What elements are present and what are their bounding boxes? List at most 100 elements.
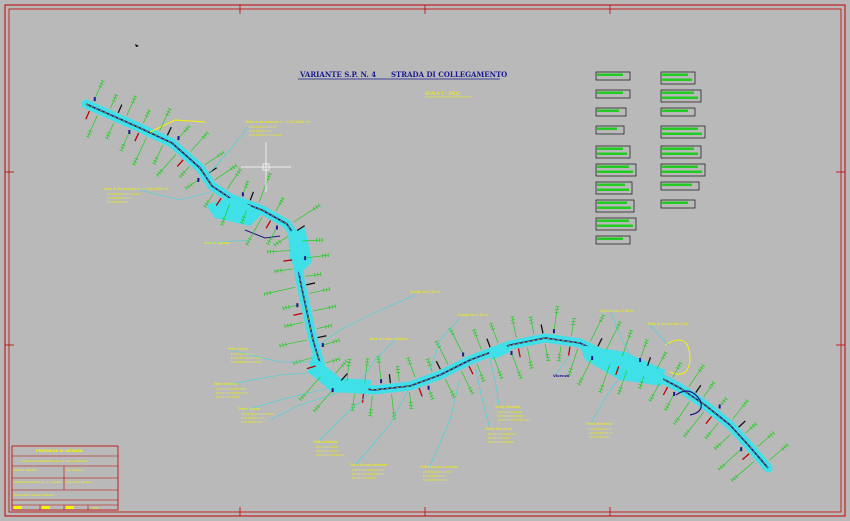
station-tick: [741, 453, 750, 461]
cross-section-tick: [277, 268, 279, 273]
cross-section-line: [769, 444, 788, 461]
legend-line: [662, 127, 698, 130]
label-tratto-galleria: Tratto Galleria: [212, 382, 237, 386]
cross-section-tick: [273, 243, 276, 247]
label-tratto-ripristino: Tratto Ripristino: [484, 427, 512, 431]
cross-section-tick: [284, 324, 286, 329]
cross-section-line: [305, 273, 321, 277]
station-tick: [85, 110, 91, 120]
cross-section-tick: [315, 205, 319, 210]
legend-line: [597, 224, 633, 227]
cross-section-tick: [698, 369, 702, 372]
cross-section-tick: [314, 272, 316, 278]
legend-line: [597, 73, 623, 76]
label-tratto-viadotto: Tratto Viadotto: [312, 440, 338, 444]
cross-section-line: [397, 366, 400, 382]
cross-section-line: [326, 358, 340, 364]
cross-section-line: [258, 173, 271, 203]
cross-section-tick: [699, 366, 704, 370]
cross-section-line: [409, 392, 412, 409]
station-marker: [740, 447, 743, 452]
cross-section-tick: [324, 253, 326, 258]
station-marker: [275, 225, 278, 230]
cross-section-line: [672, 362, 681, 378]
cross-section-tick: [571, 317, 576, 320]
legend-line: [597, 201, 627, 204]
station-marker: [639, 358, 642, 363]
cross-section-tick: [708, 386, 712, 389]
drawing-frame-outer: [4, 4, 846, 517]
station-marker: [462, 352, 465, 357]
station-tick: [306, 282, 316, 286]
label-tratto-ponte: Tratto Ponte: [227, 347, 248, 351]
label-city: Vicenza: [553, 373, 570, 378]
station-tick: [134, 132, 140, 142]
cross-section-tick: [219, 152, 223, 157]
cross-section-tick: [545, 353, 550, 356]
cross-section-line: [157, 154, 177, 176]
label-sublines: [107, 126, 613, 481]
station-marker: [427, 385, 430, 390]
station-tick: [540, 324, 544, 334]
tb-comune: Comune di Bassano: [66, 480, 92, 484]
cross-section-line: [590, 315, 604, 342]
cross-section-tick: [528, 364, 533, 366]
cross-section-tick: [278, 239, 282, 244]
cross-section-tick: [282, 343, 284, 348]
cross-section-tick: [321, 253, 323, 258]
cross-section-line: [745, 423, 756, 434]
cross-section-tick: [285, 305, 287, 310]
title-left: VARIANTE S.P. N. 4: [299, 70, 376, 79]
drawing-canvas[interactable]: VARIANTE S.P. N. 4 STRADA DI COLLEGAMENT…: [0, 0, 850, 521]
legend-line: [597, 165, 629, 168]
cross-section-tick: [322, 288, 325, 293]
drawing-frame-inner: [8, 8, 842, 513]
label-asse-bypass: Asse di bypass: [204, 241, 229, 245]
station-marker: [673, 391, 676, 396]
cross-section-line: [274, 236, 289, 246]
scale-label: SCALA 1 : 2000: [425, 91, 460, 97]
cross-section-line: [214, 165, 237, 180]
legend-line: [597, 170, 633, 173]
cross-section-tick: [312, 206, 316, 211]
cross-section-tick: [334, 304, 337, 309]
station-tick: [388, 374, 392, 384]
station-labels: [93, 97, 743, 452]
cross-section-line: [606, 322, 621, 350]
station-tick: [249, 191, 255, 201]
legend-line: [597, 183, 625, 186]
label-tratto-argine: Tratto Argine: [237, 407, 260, 411]
cad-drawing-sheet: VARIANTE S.P. N. 4 STRADA DI COLLEGAMENT…: [0, 0, 850, 521]
legend-line: [597, 219, 629, 222]
cross-section-line: [334, 360, 347, 374]
station-marker: [93, 97, 96, 102]
cross-section-line: [180, 166, 190, 177]
cross-section-line: [732, 400, 748, 420]
cross-section-tick: [331, 304, 334, 309]
cross-section-tick: [287, 323, 289, 328]
legend-line: [662, 147, 694, 150]
legend-line: [597, 188, 629, 191]
cross-section-line: [461, 370, 473, 394]
frame-tick-marks: [5, 5, 845, 516]
legend-line: [597, 152, 627, 155]
legend-line: [662, 170, 702, 173]
cross-section-tick: [269, 290, 272, 295]
cross-section-line: [391, 394, 395, 420]
label-rete-scarico: Rete di scarico km 3,10: [648, 322, 688, 326]
station-tick: [695, 384, 702, 394]
label-tratto-nuovo: Tratto Nuovo tracciato: [419, 465, 458, 469]
cross-section-tick: [327, 324, 330, 329]
station-marker: [128, 130, 131, 135]
legend-line: [597, 127, 617, 130]
cross-section-tick: [328, 286, 331, 291]
label-tratto-variante: Tratto Variante: [494, 405, 520, 409]
station-tick: [361, 393, 365, 403]
station-tick: [293, 312, 303, 316]
cross-section-tick: [282, 306, 284, 311]
cross-section-tick: [189, 182, 193, 187]
cross-section-tick: [263, 291, 266, 297]
cross-section-line: [688, 365, 704, 387]
cross-section-tick: [280, 268, 282, 273]
cross-section-tick: [511, 322, 516, 324]
